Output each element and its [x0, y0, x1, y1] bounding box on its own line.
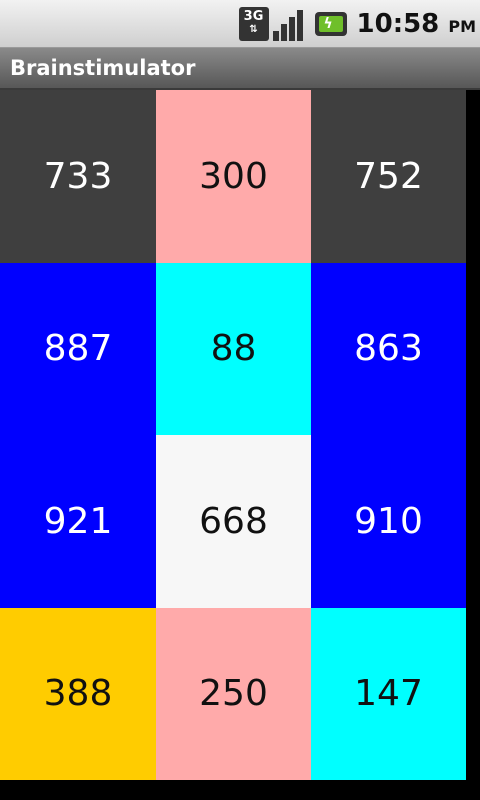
app-title: Brainstimulator	[10, 56, 196, 80]
status-clock: 10:58 PM	[357, 9, 476, 39]
clock-ampm: PM	[448, 17, 476, 36]
app-title-bar: Brainstimulator	[0, 48, 480, 90]
grid-tile[interactable]: 250	[156, 607, 311, 780]
grid-tile[interactable]: 921	[0, 435, 156, 608]
grid-tile[interactable]: 733	[0, 90, 156, 263]
grid-tile[interactable]: 910	[311, 435, 466, 608]
grid-tile[interactable]: 147	[311, 607, 466, 780]
number-grid: 733 300 752 887 88 863 921 668 910 388 2…	[0, 90, 466, 780]
grid-tile[interactable]: 388	[0, 607, 156, 780]
grid-tile[interactable]: 88	[156, 262, 311, 435]
status-bar: 3G ⇅ ϟ 10:58 PM	[0, 0, 480, 48]
battery-charging-icon: ϟ	[314, 12, 347, 36]
grid-tile[interactable]: 300	[156, 90, 311, 263]
network-label: 3G	[243, 9, 264, 24]
grid-tile[interactable]: 887	[0, 262, 156, 435]
grid-tile[interactable]: 752	[311, 90, 466, 263]
data-arrows-icon: ⇅	[249, 24, 258, 35]
grid-tile[interactable]: 863	[311, 262, 466, 435]
signal-strength-icon	[272, 7, 307, 41]
network-3g-icon: 3G ⇅	[238, 7, 269, 41]
grid-tile[interactable]: 668	[156, 435, 311, 608]
clock-time: 10:58	[356, 9, 440, 39]
status-icons: 3G ⇅ ϟ 10:58 PM	[238, 0, 480, 48]
